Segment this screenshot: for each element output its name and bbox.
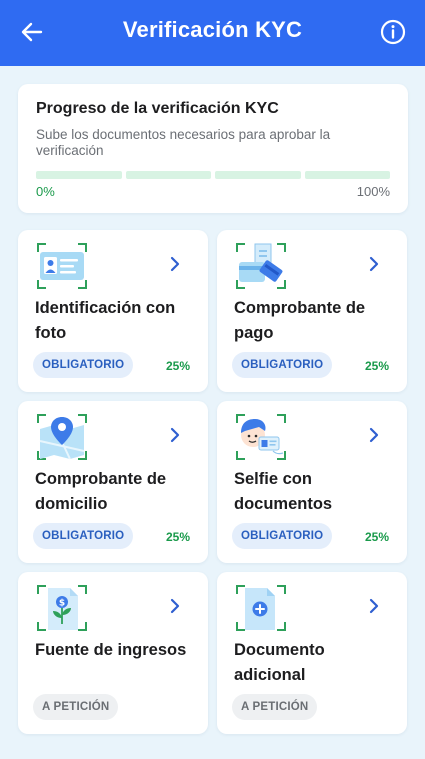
card-identificacion[interactable]: Identificación con foto OBLIGATORIO 25% xyxy=(18,230,208,392)
progress-bar xyxy=(36,171,390,179)
add-document-icon xyxy=(233,582,289,634)
info-button[interactable] xyxy=(375,14,411,50)
card-title: Fuente de ingresos xyxy=(35,641,187,659)
card-title: Documento adicional xyxy=(234,641,325,684)
income-source-icon: $ xyxy=(34,582,90,634)
card-title: Identificación con foto xyxy=(35,299,176,342)
chevron-right-icon xyxy=(369,256,379,272)
card-title: Selfie con documentos xyxy=(234,470,333,513)
chevron-right-icon xyxy=(369,598,379,614)
payment-receipt-icon xyxy=(233,240,289,292)
selfie-document-icon xyxy=(233,411,289,463)
progress-card: Progreso de la verificación KYC Sube los… xyxy=(18,84,408,213)
card-selfie-documentos[interactable]: Selfie con documentos OBLIGATORIO 25% xyxy=(217,401,407,563)
progress-segment xyxy=(36,171,122,179)
info-icon xyxy=(380,19,406,45)
id-card-icon xyxy=(34,240,90,292)
card-documento-adicional[interactable]: Documento adicional A PETICIÓN xyxy=(217,572,407,734)
progress-end-label: 100% xyxy=(356,184,390,199)
status-badge: A PETICIÓN xyxy=(232,694,318,720)
chevron-right-icon xyxy=(170,256,180,272)
progress-subtitle: Sube los documentos necesarios para apro… xyxy=(36,127,331,158)
chevron-right-icon xyxy=(369,427,379,443)
progress-segment xyxy=(304,171,390,179)
page-title: Verificación KYC xyxy=(122,17,303,42)
svg-text:$: $ xyxy=(59,599,65,609)
card-comprobante-domicilio[interactable]: Comprobante de domicilio OBLIGATORIO 25% xyxy=(18,401,208,563)
progress-title: Progreso de la verificación KYC xyxy=(36,100,279,117)
status-badge: OBLIGATORIO xyxy=(33,523,134,549)
card-percent: 25% xyxy=(364,359,389,373)
status-badge: OBLIGATORIO xyxy=(33,352,134,378)
card-percent: 25% xyxy=(165,530,190,544)
card-title: Comprobante de pago xyxy=(234,299,366,342)
card-percent: 25% xyxy=(364,530,389,544)
card-percent: 25% xyxy=(165,359,190,373)
chevron-right-icon xyxy=(170,427,180,443)
progress-start-label: 0% xyxy=(36,184,55,199)
map-pin-icon xyxy=(34,411,90,463)
app-header: Verificación KYC xyxy=(0,0,425,66)
progress-segment xyxy=(125,171,211,179)
card-fuente-ingresos[interactable]: $ Fuente de ingresos A PETICIÓN xyxy=(18,572,208,734)
status-badge: A PETICIÓN xyxy=(33,694,119,720)
status-badge: OBLIGATORIO xyxy=(232,523,333,549)
status-badge: OBLIGATORIO xyxy=(232,352,333,378)
card-comprobante-pago[interactable]: Comprobante de pago OBLIGATORIO 25% xyxy=(217,230,407,392)
card-title: Comprobante de domicilio xyxy=(35,470,167,513)
progress-segment xyxy=(215,171,301,179)
chevron-right-icon xyxy=(170,598,180,614)
